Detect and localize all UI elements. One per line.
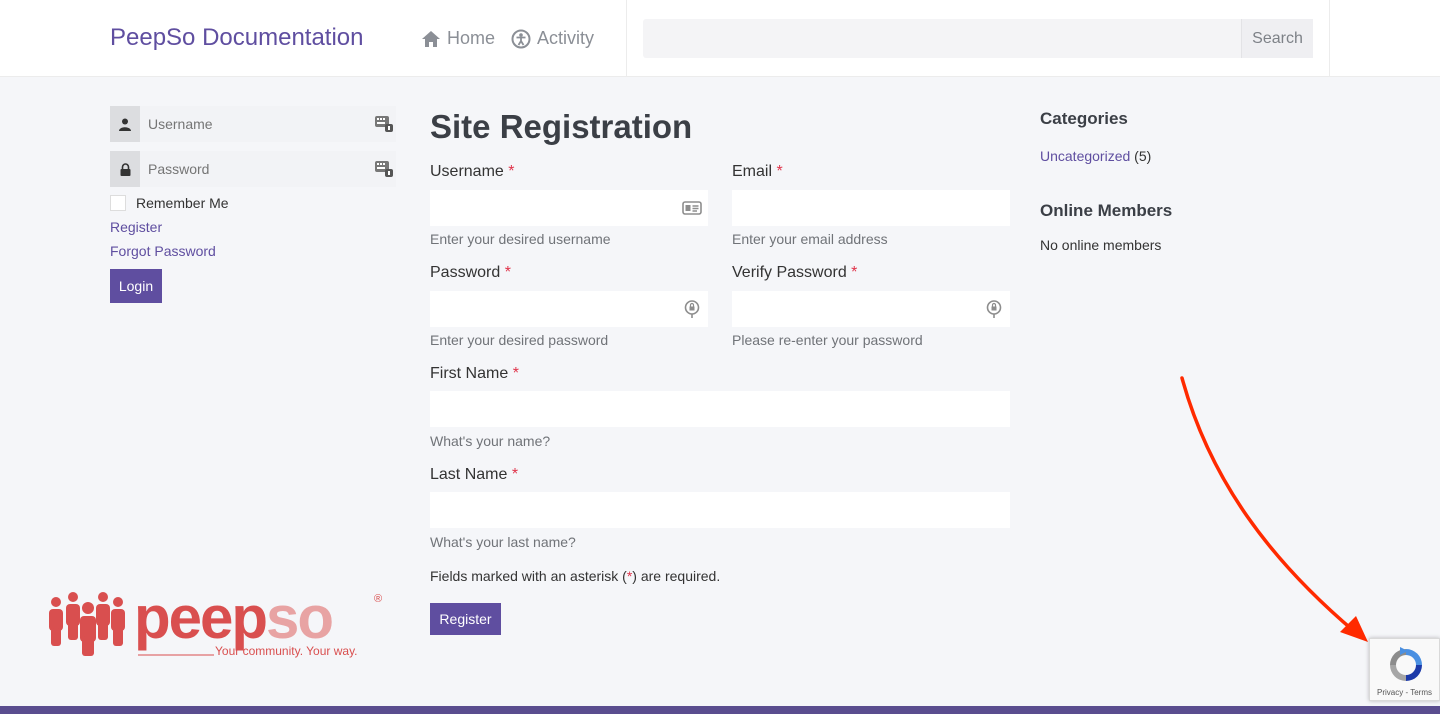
- username-label: Username *: [430, 163, 515, 180]
- peepso-logo: peepso ® Your community. Your way.: [49, 588, 382, 658]
- password-input[interactable]: [430, 291, 708, 327]
- first-name-label: First Name *: [430, 365, 519, 382]
- password-hint: Enter your desired password: [430, 332, 609, 348]
- recaptcha-icon: [1390, 647, 1422, 681]
- keyboard-icon: [375, 161, 393, 177]
- remember-me-checkbox[interactable]: [110, 195, 126, 211]
- required-note: Fields marked with an asterisk (*) are r…: [430, 568, 721, 584]
- password-label: Password *: [430, 264, 511, 281]
- verify-password-hint: Please re-enter your password: [732, 332, 923, 348]
- verify-password-label: Verify Password *: [732, 264, 858, 281]
- last-name-hint: What's your last name?: [430, 534, 576, 550]
- nav-item-home[interactable]: Home: [421, 28, 495, 49]
- logo-wordmark: peepso: [134, 588, 332, 651]
- page-title: Site Registration: [430, 108, 693, 145]
- keyboard-icon: [375, 116, 393, 132]
- category-link-uncategorized[interactable]: Uncategorized: [1040, 148, 1130, 164]
- activity-icon: [511, 29, 531, 48]
- home-icon: [422, 30, 440, 47]
- login-username-input[interactable]: [140, 106, 374, 142]
- id-card-icon: [682, 201, 702, 215]
- register-button[interactable]: Register: [430, 603, 501, 635]
- last-name-label: Last Name *: [430, 466, 519, 483]
- login-username-field: [110, 106, 396, 142]
- verify-password-input[interactable]: [732, 291, 1010, 327]
- first-name-input[interactable]: [430, 391, 1010, 427]
- forgot-password-link[interactable]: Forgot Password: [110, 243, 216, 259]
- search-bar: Search: [643, 19, 1313, 58]
- header-divider: [1329, 0, 1330, 77]
- online-members-heading: Online Members: [1040, 201, 1173, 220]
- remember-me: Remember Me: [110, 195, 229, 211]
- category-count: (5): [1134, 148, 1152, 164]
- username-input[interactable]: [430, 190, 708, 226]
- user-icon: [110, 106, 140, 142]
- search-button[interactable]: Search: [1241, 19, 1313, 58]
- password-key-icon: [986, 300, 1002, 318]
- last-name-input[interactable]: [430, 492, 1010, 528]
- remember-me-label: Remember Me: [136, 195, 229, 211]
- login-password-input[interactable]: [140, 151, 374, 187]
- login-button[interactable]: Login: [110, 269, 162, 303]
- logo-registered-mark: ®: [374, 593, 382, 605]
- search-input[interactable]: [643, 19, 1241, 58]
- nav-label: Home: [447, 28, 496, 48]
- nav-label: Activity: [537, 28, 595, 48]
- site-brand-link[interactable]: PeepSo Documentation: [110, 24, 364, 52]
- lock-icon: [110, 151, 140, 187]
- footer-bar: [0, 706, 1440, 714]
- first-name-hint: What's your name?: [430, 433, 551, 449]
- categories-heading: Categories: [1040, 109, 1128, 128]
- header-divider: [626, 0, 627, 77]
- login-password-field: [110, 151, 396, 187]
- email-label: Email *: [732, 163, 783, 180]
- category-item: Uncategorized (5): [1040, 148, 1151, 164]
- email-input[interactable]: [732, 190, 1010, 226]
- site-header: PeepSo Documentation Home Activity Searc…: [0, 0, 1440, 77]
- recaptcha-links: Privacy - Terms: [1377, 688, 1432, 697]
- register-link[interactable]: Register: [110, 219, 162, 235]
- annotation-arrow-icon: [1180, 376, 1368, 642]
- main-nav: Home Activity: [421, 28, 594, 49]
- username-hint: Enter your desired username: [430, 231, 611, 247]
- recaptcha-badge[interactable]: Privacy - Terms: [1369, 638, 1440, 701]
- nav-item-activity[interactable]: Activity: [511, 28, 594, 49]
- email-hint: Enter your email address: [732, 231, 888, 247]
- online-members-text: No online members: [1040, 237, 1162, 253]
- password-key-icon: [684, 300, 700, 318]
- logo-tagline: Your community. Your way.: [215, 644, 358, 658]
